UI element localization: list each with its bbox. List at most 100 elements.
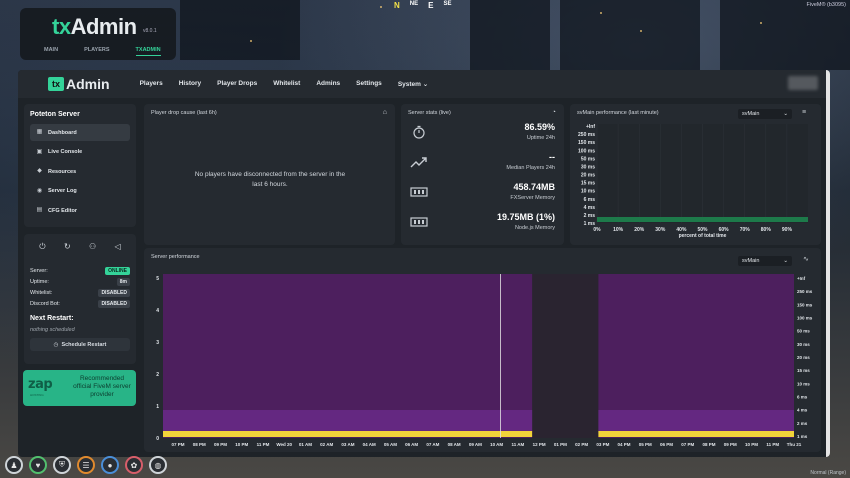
nav-system[interactable]: System ⌄ — [398, 80, 428, 88]
zap-text: Recommended official FiveM server provid… — [73, 375, 131, 398]
svmain-performance-panel: svMain performance (last minute) svMain … — [570, 104, 821, 245]
perf-x-tick-label: 02 AM — [320, 442, 333, 447]
sidebar-item-dashboard[interactable]: ▦ Dashboard — [30, 124, 130, 141]
perf-left-y-tick-label: 3 — [156, 340, 159, 346]
sidebar-item-live-console[interactable]: ▣ Live Console — [30, 144, 130, 161]
window-scrollbar[interactable] — [826, 70, 830, 457]
sidebar-item-cfg-editor[interactable]: ▤ CFG Editor — [30, 202, 130, 219]
perf-right-y-tick-label: 10 ms — [797, 381, 810, 386]
zap-logo: zap — [28, 377, 53, 392]
compass-se: SE — [443, 1, 452, 7]
zap-hosting-ad[interactable]: zap HOSTING Recommended official FiveM s… — [23, 370, 136, 406]
zap-small-text: HOSTING — [30, 393, 44, 397]
top-nav: tx Admin Players History Player Drops Wh… — [18, 70, 830, 98]
svmain-y-tick-label: 150 ms — [578, 140, 595, 146]
nav-settings[interactable]: Settings — [356, 80, 382, 88]
sidebar-item-resources[interactable]: ◆ Resources — [30, 163, 130, 180]
menu-version: v8.0.1 — [143, 28, 157, 34]
perf-x-tick-label: Thu 21 — [787, 442, 802, 447]
drop-panel-title: Player drop cause (last 6h) — [151, 110, 217, 116]
eye-icon: ◉ — [36, 187, 43, 194]
perf-left-y-tick-label: 0 — [156, 436, 159, 442]
svmain-x-axis-title: percent of total time — [679, 233, 727, 239]
perf-x-tick-label: 06 AM — [405, 442, 418, 447]
svmain-x-tick-label: 0% — [593, 227, 601, 233]
status-server: Server: ONLINE — [30, 265, 130, 276]
bank-icon[interactable]: ⌂ — [383, 109, 387, 116]
perf-x-tick-label: 07 PM — [681, 442, 694, 447]
nav-players[interactable]: Players — [140, 80, 163, 88]
stat-fxserver-memory: 458.74MB FXServer Memory — [408, 180, 557, 206]
nav-links: Players History Player Drops Whitelist A… — [140, 80, 429, 88]
perf-x-tick-label: 09 AM — [469, 442, 482, 447]
hud-stress-icon: ✿ — [125, 456, 143, 474]
sidebar-item-server-log[interactable]: ◉ Server Log — [30, 183, 130, 200]
menu-tab-main[interactable]: MAIN — [44, 47, 58, 56]
memory-icon — [410, 217, 428, 227]
compass: N NE E SE — [394, 1, 451, 10]
perf-x-tick-label: 12 PM — [533, 442, 546, 447]
perf-x-tick-label: 03 AM — [341, 442, 354, 447]
hud-person-icon: ♟ — [5, 456, 23, 474]
perf-right-y-tick-label: 100 ms — [797, 316, 813, 321]
server-name: Poteton Server — [30, 111, 80, 118]
stop-icon[interactable]: ⏻ — [39, 242, 45, 252]
brand-logo[interactable]: tx Admin — [48, 76, 110, 92]
sidebar-server-nav: Poteton Server ▦ Dashboard ▣ Live Consol… — [24, 104, 136, 227]
txadmin-window: tx Admin Players History Player Drops Wh… — [18, 70, 830, 457]
perf-heatmap-band — [163, 410, 533, 432]
svmain-x-tick-label: 30% — [655, 227, 666, 233]
next-restart-value: nothing scheduled — [30, 327, 75, 333]
svmain-y-tick-label: 30 ms — [581, 164, 595, 170]
svmain-x-tick-label: 20% — [634, 227, 645, 233]
console-icon: ▣ — [36, 148, 43, 155]
svmain-y-tick-label: 10 ms — [581, 189, 595, 195]
gauge-icon: ◔ — [551, 109, 556, 116]
perf-right-y-tick-label: 2 ms — [797, 421, 808, 426]
game-hud: ♟ ♥ ⛨ ☰ ● ✿ ◍ — [5, 456, 167, 474]
svmain-y-tick-label: 4 ms — [584, 205, 596, 211]
perf-x-tick-label: 02 PM — [575, 442, 588, 447]
svmain-y-tick-label: +Inf — [586, 124, 595, 130]
svmain-y-tick-label: 250 ms — [578, 132, 595, 138]
nav-admins[interactable]: Admins — [316, 80, 340, 88]
menu-tab-players[interactable]: PLAYERS — [84, 47, 109, 56]
sidebar-server-status: ⏻ ↻ ⚇ ◁ Server: ONLINE Uptime: 8m Whitel… — [24, 234, 136, 364]
megaphone-icon[interactable]: ◁ — [115, 242, 121, 252]
schedule-restart-button[interactable]: ◷ Schedule Restart — [30, 338, 130, 351]
perf-x-tick-label: 08 PM — [703, 442, 716, 447]
perf-left-y-tick-label: 1 — [156, 404, 159, 410]
nav-history[interactable]: History — [179, 80, 201, 88]
nav-whitelist[interactable]: Whitelist — [273, 80, 300, 88]
perf-x-tick-label: 10 PM — [745, 442, 758, 447]
svmain-y-tick-label: 2 ms — [584, 213, 596, 219]
perf-right-y-tick-label: +Inf — [797, 276, 806, 281]
perf-right-y-tick-label: 250 ms — [797, 289, 813, 294]
clock-icon: ◷ — [53, 341, 59, 348]
trend-up-icon — [410, 157, 427, 168]
perf-x-tick-label: 08 AM — [448, 442, 461, 447]
dashboard-icon: ▦ — [36, 129, 43, 135]
perf-x-tick-label: 10 AM — [490, 442, 503, 447]
hud-hunger-icon: ☰ — [77, 456, 95, 474]
perf-x-tick-label: 09 PM — [214, 442, 227, 447]
svmain-histogram: +Inf 250 ms 150 ms 100 ms 50 ms 30 ms 20 ms 15 … — [578, 124, 808, 239]
restart-icon[interactable]: ↻ — [64, 242, 71, 252]
compass-n: N — [394, 1, 400, 10]
server-stats-panel: Server stats (live) ◔ 86.59% Uptime 24h … — [401, 104, 564, 245]
users-icon[interactable]: ⚇ — [89, 242, 96, 252]
svmain-y-tick-label: 100 ms — [578, 148, 595, 154]
perf-x-tick-label: 07 AM — [426, 442, 439, 447]
hud-thirst-icon: ● — [101, 456, 119, 474]
perf-x-tick-label: 08 PM — [193, 442, 206, 447]
menu-tab-txadmin[interactable]: TXADMIN — [135, 47, 161, 56]
hud-armor-icon: ⛨ — [53, 456, 71, 474]
compass-ne: NE — [409, 1, 419, 7]
perf-right-y-tick-label: 15 ms — [797, 368, 810, 373]
file-icon: ▤ — [36, 207, 43, 213]
svmain-y-tick-label: 20 ms — [581, 173, 595, 179]
status-uptime: Uptime: 8m — [30, 276, 130, 287]
user-avatar[interactable] — [788, 76, 818, 90]
perf-x-tick-label: 03 PM — [596, 442, 609, 447]
nav-player-drops[interactable]: Player Drops — [217, 80, 257, 88]
